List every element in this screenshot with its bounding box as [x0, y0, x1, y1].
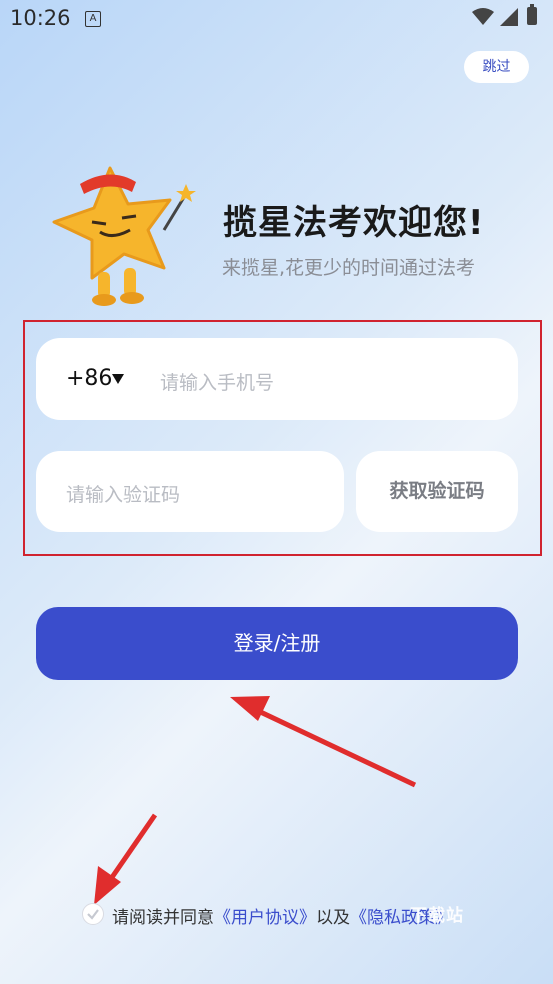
user-agreement-link[interactable]: 《用户协议》 — [214, 908, 316, 928]
verification-code-input[interactable]: 请输入验证码 — [36, 451, 344, 532]
agreement-connector: 以及 — [316, 908, 350, 928]
agreement-checkbox[interactable] — [82, 903, 104, 925]
wifi-icon — [472, 8, 494, 25]
phone-placeholder: 请输入手机号 — [160, 372, 275, 394]
watermark: 下载站 — [410, 906, 464, 926]
signal-icon — [500, 8, 518, 26]
welcome-title: 揽星法考欢迎您! — [223, 203, 485, 243]
skip-button[interactable]: 跳过 — [464, 51, 529, 83]
code-placeholder: 请输入验证码 — [66, 484, 181, 506]
agreement-text: 请阅读并同意《用户协议》以及《隐私政策》 — [112, 903, 452, 928]
agreement-prefix: 请阅读并同意 — [112, 908, 214, 928]
status-bar: 10:26 A — [0, 0, 553, 38]
country-code-selector[interactable]: +86 — [66, 366, 112, 391]
get-code-button[interactable]: 获取验证码 — [356, 451, 518, 532]
login-register-button[interactable]: 登录/注册 — [36, 607, 518, 680]
status-time: 10:26 — [10, 6, 71, 30]
star-mascot-illustration — [52, 166, 196, 306]
notification-a-icon: A — [85, 11, 101, 27]
caret-down-icon[interactable] — [112, 374, 124, 384]
welcome-subtitle: 来揽星,花更少的时间通过法考 — [222, 257, 476, 279]
check-icon — [87, 909, 99, 920]
battery-icon — [527, 4, 537, 25]
phone-input[interactable]: +86 请输入手机号 — [36, 338, 518, 420]
